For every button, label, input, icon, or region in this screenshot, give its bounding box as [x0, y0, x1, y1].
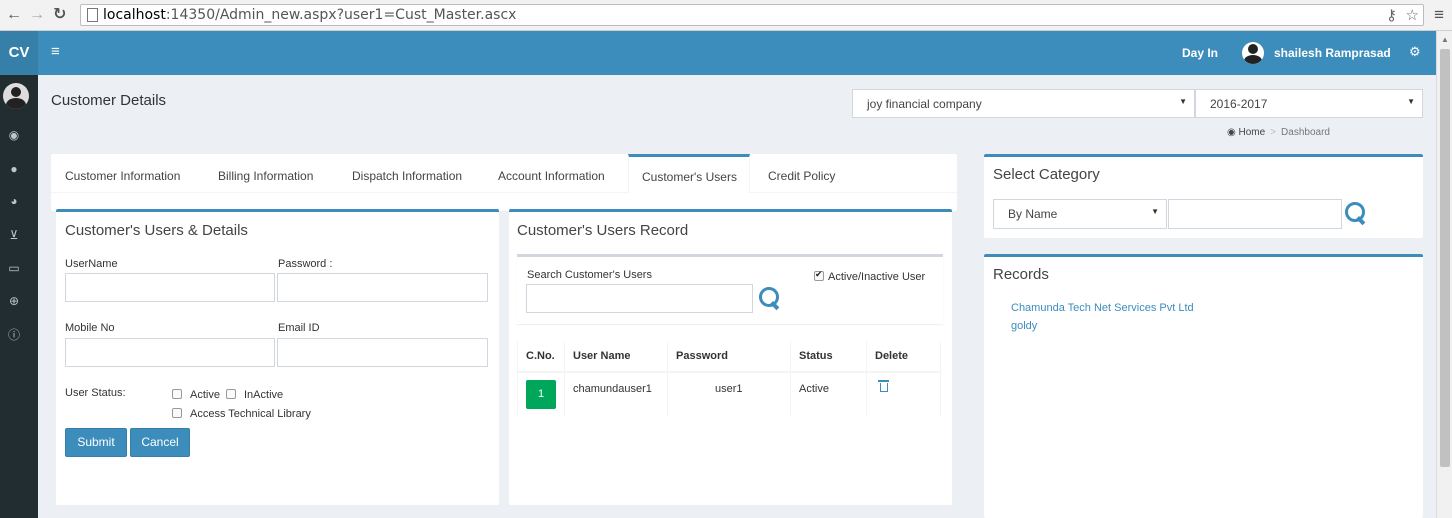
sidebar: CV ◉ ● ◕ ⊻ ▭ ⊕ ⓘ — [0, 31, 38, 518]
records-box: Records — [984, 254, 1423, 518]
username-input[interactable] — [65, 273, 275, 302]
chevron-down-icon: ▼ — [1151, 207, 1159, 216]
column-header: C.No. — [517, 341, 565, 373]
trash-icon[interactable] — [878, 379, 889, 392]
settings-cogs-icon[interactable]: ⚙ — [1409, 44, 1421, 60]
tab-dispatch-information[interactable]: Dispatch Information — [352, 154, 462, 193]
globe-icon[interactable]: ⊕ — [6, 293, 22, 309]
scroll-thumb[interactable] — [1440, 49, 1450, 467]
category-by-select[interactable]: By Name ▼ — [993, 199, 1167, 229]
key-icon[interactable]: ⚷ — [1386, 6, 1397, 24]
back-arrow-icon[interactable]: ← — [6, 6, 22, 24]
records-box-title: Customer's Users Record — [517, 222, 689, 239]
tab-customer-information[interactable]: Customer Information — [65, 154, 180, 193]
breadcrumb-current: Dashboard — [1281, 127, 1330, 138]
record-link[interactable]: Chamunda Tech Net Services Pvt Ltd — [1011, 302, 1194, 314]
tab-credit-policy[interactable]: Credit Policy — [768, 154, 835, 193]
page-icon — [87, 8, 98, 22]
row-number-button[interactable]: 1 — [526, 380, 556, 409]
records-title: Records — [993, 266, 1049, 283]
tab-account-information[interactable]: Account Information — [498, 154, 605, 193]
browser-toolbar: ← → ↻ localhost:14350/Admin_new.aspx?use… — [0, 0, 1452, 31]
year-select[interactable]: 2016-2017 ▼ — [1195, 89, 1423, 118]
scrollbar[interactable]: ▲ — [1436, 31, 1452, 518]
column-header: Delete — [866, 341, 941, 373]
mobile-label: Mobile No — [65, 322, 115, 334]
column-header: Status — [790, 341, 867, 373]
dashboard-icon[interactable]: ◉ — [6, 127, 22, 143]
reload-icon[interactable]: ↻ — [53, 6, 66, 24]
column-header: Password — [667, 341, 791, 373]
password-input[interactable] — [277, 273, 488, 302]
page-title: Customer Details — [51, 92, 167, 109]
chevron-down-icon: ▼ — [1179, 97, 1187, 106]
details-box-title: Customer's Users & Details — [65, 222, 248, 239]
search-icon[interactable] — [758, 286, 782, 310]
submit-button[interactable]: Submit — [65, 428, 127, 457]
mobile-input[interactable] — [65, 338, 275, 367]
home-icon: ◉ — [1227, 127, 1236, 138]
category-search-input[interactable] — [1168, 199, 1342, 229]
avatar — [3, 83, 29, 109]
email-label: Email ID — [278, 322, 320, 334]
email-input[interactable] — [277, 338, 488, 367]
inactive-checkbox[interactable] — [226, 389, 236, 399]
address-bar[interactable]: localhost:14350/Admin_new.aspx?user1=Cus… — [80, 4, 1424, 26]
user-status-label: User Status: — [65, 387, 126, 399]
password-label: Password : — [278, 258, 333, 270]
user-name[interactable]: shailesh Ramprasad — [1274, 46, 1391, 60]
breadcrumb-home[interactable]: Home — [1239, 127, 1266, 138]
url-text[interactable]: localhost:14350/Admin_new.aspx?user1=Cus… — [103, 7, 516, 23]
star-icon[interactable]: ☆ — [1406, 6, 1419, 24]
breadcrumb: ◉ Home > Dashboard — [1227, 127, 1330, 138]
tab-panel: Customer Information Billing Information… — [51, 154, 957, 211]
tab-billing-information[interactable]: Billing Information — [218, 154, 313, 193]
user-name-cell: chamundauser1 — [564, 371, 668, 416]
search-users-label: Search Customer's Users — [527, 269, 652, 281]
logo[interactable]: CV — [0, 31, 38, 75]
search-users-input[interactable] — [526, 284, 753, 313]
table-row: 1 chamundauser1 user1 Active — [517, 371, 941, 416]
cart-icon[interactable]: ⊻ — [6, 227, 22, 243]
search-icon[interactable] — [1344, 201, 1368, 225]
scroll-up-icon[interactable]: ▲ — [1441, 35, 1449, 44]
day-in-link[interactable]: Day In — [1182, 46, 1218, 60]
users-table: C.No. User Name Password Status Delete 1… — [517, 341, 941, 416]
company-select[interactable]: joy financial company ▼ — [852, 89, 1195, 118]
table-header-row: C.No. User Name Password Status Delete — [517, 341, 941, 373]
browser-menu-icon[interactable]: ≡ — [1434, 5, 1444, 25]
active-inactive-label: Active/Inactive User — [828, 271, 926, 283]
top-header: ≡ Day In shailesh Ramprasad ⚙ — [38, 31, 1436, 75]
forward-arrow-icon[interactable]: → — [29, 6, 45, 24]
chevron-down-icon: ▼ — [1407, 97, 1415, 106]
record-link[interactable]: goldy — [1011, 320, 1037, 332]
hamburger-menu-icon[interactable]: ≡ — [51, 43, 60, 60]
active-label: Active — [190, 389, 220, 401]
library-label: Access Technical Library — [190, 408, 311, 420]
inactive-label: InActive — [244, 389, 284, 401]
user-avatar[interactable] — [1242, 42, 1264, 64]
credit-card-icon[interactable]: ▭ — [6, 260, 22, 276]
cancel-button[interactable]: Cancel — [130, 428, 190, 457]
column-header: User Name — [564, 341, 668, 373]
user-icon[interactable]: ● — [6, 161, 22, 177]
active-inactive-checkbox[interactable] — [814, 269, 824, 281]
pie-chart-icon[interactable]: ◕ — [6, 193, 22, 209]
status-cell: Active — [790, 371, 867, 416]
info-icon[interactable]: ⓘ — [6, 327, 22, 343]
select-category-title: Select Category — [993, 166, 1100, 183]
library-checkbox[interactable] — [172, 408, 182, 418]
username-label: UserName — [65, 258, 118, 270]
active-checkbox[interactable] — [172, 389, 182, 399]
tab-customers-users[interactable]: Customer's Users — [628, 154, 750, 193]
tab-strip: Customer Information Billing Information… — [51, 154, 957, 193]
password-cell: user1 — [667, 371, 791, 416]
